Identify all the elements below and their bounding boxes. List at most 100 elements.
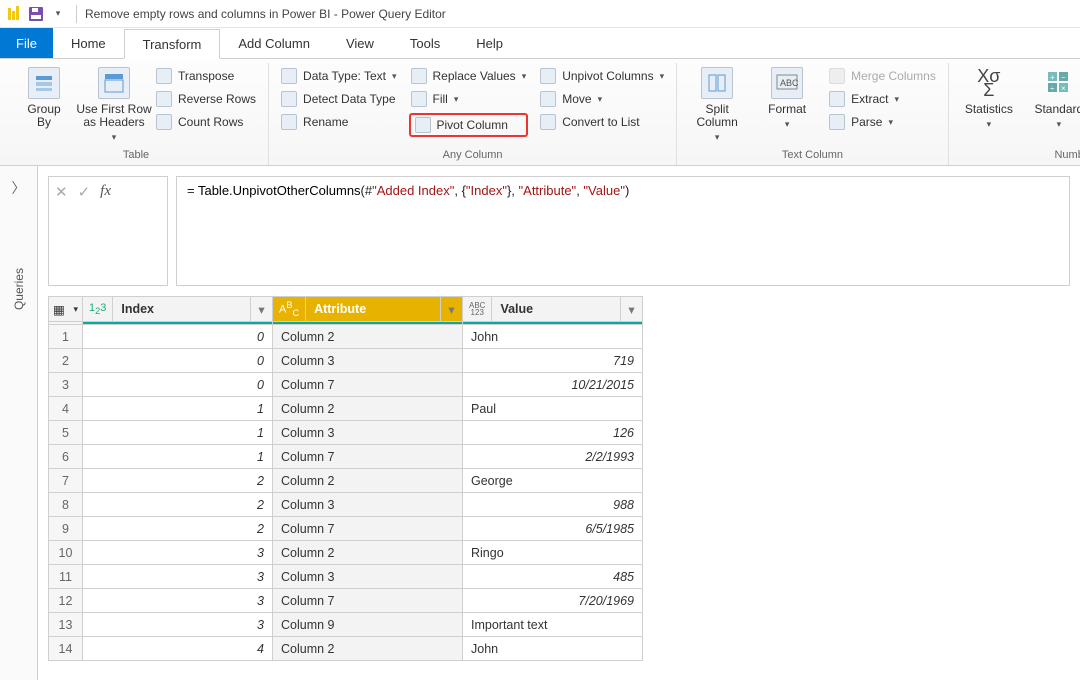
cell-index[interactable]: 1 <box>83 445 273 469</box>
row-number[interactable]: 2 <box>49 349 83 373</box>
table-row[interactable]: 82Column 3988 <box>49 493 643 517</box>
cell-value[interactable]: John <box>463 637 643 661</box>
cell-attribute[interactable]: Column 3 <box>273 349 463 373</box>
row-number[interactable]: 6 <box>49 445 83 469</box>
transform-tab[interactable]: Transform <box>124 29 221 59</box>
count-rows-button[interactable]: Count Rows <box>154 113 258 131</box>
table-row[interactable]: 92Column 76/5/1985 <box>49 517 643 541</box>
cell-value[interactable]: 6/5/1985 <box>463 517 643 541</box>
cell-value[interactable]: 2/2/1993 <box>463 445 643 469</box>
row-number[interactable]: 4 <box>49 397 83 421</box>
table-row[interactable]: 20Column 3719 <box>49 349 643 373</box>
row-number[interactable]: 5 <box>49 421 83 445</box>
split-column-button[interactable]: Split Column <box>687 63 747 143</box>
cell-value[interactable]: Ringo <box>463 541 643 565</box>
cell-value[interactable]: George <box>463 469 643 493</box>
parse-button[interactable]: Parse <box>827 113 938 131</box>
group-by-button[interactable]: Group By <box>14 63 74 129</box>
cell-value[interactable]: 719 <box>463 349 643 373</box>
table-row[interactable]: 113Column 3485 <box>49 565 643 589</box>
replace-values-button[interactable]: Replace Values <box>409 67 529 85</box>
row-number[interactable]: 14 <box>49 637 83 661</box>
table-row[interactable]: 144Column 2John <box>49 637 643 661</box>
qat-dropdown-icon[interactable]: ▾ <box>50 6 66 22</box>
cell-value[interactable]: 10/21/2015 <box>463 373 643 397</box>
cell-index[interactable]: 0 <box>83 325 273 349</box>
cell-index[interactable]: 2 <box>83 493 273 517</box>
detect-data-type-button[interactable]: Detect Data Type <box>279 90 398 108</box>
table-row[interactable]: 30Column 710/21/2015 <box>49 373 643 397</box>
row-number[interactable]: 3 <box>49 373 83 397</box>
cell-value[interactable]: 126 <box>463 421 643 445</box>
cell-index[interactable]: 3 <box>83 541 273 565</box>
row-number[interactable]: 11 <box>49 565 83 589</box>
attribute-filter-icon[interactable]: ▾ <box>440 297 462 321</box>
cell-index[interactable]: 0 <box>83 373 273 397</box>
cell-attribute[interactable]: Column 2 <box>273 637 463 661</box>
table-corner[interactable]: ▦▾ <box>49 297 83 322</box>
table-row[interactable]: 10Column 2John <box>49 325 643 349</box>
cell-value[interactable]: Important text <box>463 613 643 637</box>
file-tab[interactable]: File <box>0 28 53 58</box>
statistics-button[interactable]: XσΣ Statistics <box>959 63 1019 130</box>
cell-attribute[interactable]: Column 2 <box>273 397 463 421</box>
unpivot-columns-button[interactable]: Unpivot Columns <box>538 67 666 85</box>
cell-index[interactable]: 1 <box>83 421 273 445</box>
transpose-button[interactable]: Transpose <box>154 67 258 85</box>
extract-button[interactable]: Extract <box>827 90 938 108</box>
rename-button[interactable]: Rename <box>279 113 398 131</box>
fx-icon[interactable]: fx <box>100 183 111 200</box>
cell-attribute[interactable]: Column 7 <box>273 589 463 613</box>
cell-attribute[interactable]: Column 7 <box>273 445 463 469</box>
cancel-formula-icon[interactable]: ✕ <box>55 183 68 201</box>
move-button[interactable]: Move <box>538 90 666 108</box>
table-row[interactable]: 133Column 9Important text <box>49 613 643 637</box>
column-header-index[interactable]: 123 Index ▾ <box>83 297 273 322</box>
table-row[interactable]: 72Column 2George <box>49 469 643 493</box>
view-tab[interactable]: View <box>328 28 392 58</box>
cell-index[interactable]: 3 <box>83 589 273 613</box>
value-filter-icon[interactable]: ▾ <box>620 297 642 321</box>
cell-value[interactable]: 485 <box>463 565 643 589</box>
queries-sidebar[interactable]: 〉 Queries <box>0 166 38 680</box>
table-row[interactable]: 51Column 3126 <box>49 421 643 445</box>
standard-button[interactable]: +−÷× Standard <box>1029 63 1080 130</box>
column-header-attribute[interactable]: ABC Attribute ▾ <box>273 297 463 322</box>
cell-attribute[interactable]: Column 3 <box>273 493 463 517</box>
index-filter-icon[interactable]: ▾ <box>250 297 272 321</box>
fill-button[interactable]: Fill <box>409 90 529 108</box>
sidebar-expand-icon[interactable]: 〉 <box>12 178 26 198</box>
cell-value[interactable]: John <box>463 325 643 349</box>
cell-index[interactable]: 2 <box>83 469 273 493</box>
row-number[interactable]: 12 <box>49 589 83 613</box>
cell-attribute[interactable]: Column 3 <box>273 421 463 445</box>
cell-attribute[interactable]: Column 3 <box>273 565 463 589</box>
cell-attribute[interactable]: Column 2 <box>273 469 463 493</box>
cell-value[interactable]: 7/20/1969 <box>463 589 643 613</box>
cell-value[interactable]: 988 <box>463 493 643 517</box>
table-row[interactable]: 123Column 77/20/1969 <box>49 589 643 613</box>
use-first-row-button[interactable]: Use First Row as Headers <box>84 63 144 143</box>
data-grid[interactable]: ▦▾ 123 Index ▾ ABC Attribute <box>48 296 1070 661</box>
save-icon[interactable] <box>28 6 44 22</box>
add-column-tab[interactable]: Add Column <box>220 28 328 58</box>
home-tab[interactable]: Home <box>53 28 124 58</box>
cell-value[interactable]: Paul <box>463 397 643 421</box>
row-number[interactable]: 7 <box>49 469 83 493</box>
row-number[interactable]: 1 <box>49 325 83 349</box>
cell-index[interactable]: 4 <box>83 637 273 661</box>
reverse-rows-button[interactable]: Reverse Rows <box>154 90 258 108</box>
cell-attribute[interactable]: Column 7 <box>273 517 463 541</box>
cell-index[interactable]: 0 <box>83 349 273 373</box>
formula-bar[interactable]: = Table.UnpivotOtherColumns(#"Added Inde… <box>176 176 1070 286</box>
format-button[interactable]: ABC Format <box>757 63 817 130</box>
cell-attribute[interactable]: Column 2 <box>273 541 463 565</box>
row-number[interactable]: 13 <box>49 613 83 637</box>
tools-tab[interactable]: Tools <box>392 28 458 58</box>
table-menu-icon[interactable]: ▾ <box>73 304 78 315</box>
column-header-value[interactable]: ABC123 Value ▾ <box>463 297 643 322</box>
cell-attribute[interactable]: Column 7 <box>273 373 463 397</box>
help-tab[interactable]: Help <box>458 28 521 58</box>
cell-attribute[interactable]: Column 9 <box>273 613 463 637</box>
table-row[interactable]: 103Column 2Ringo <box>49 541 643 565</box>
